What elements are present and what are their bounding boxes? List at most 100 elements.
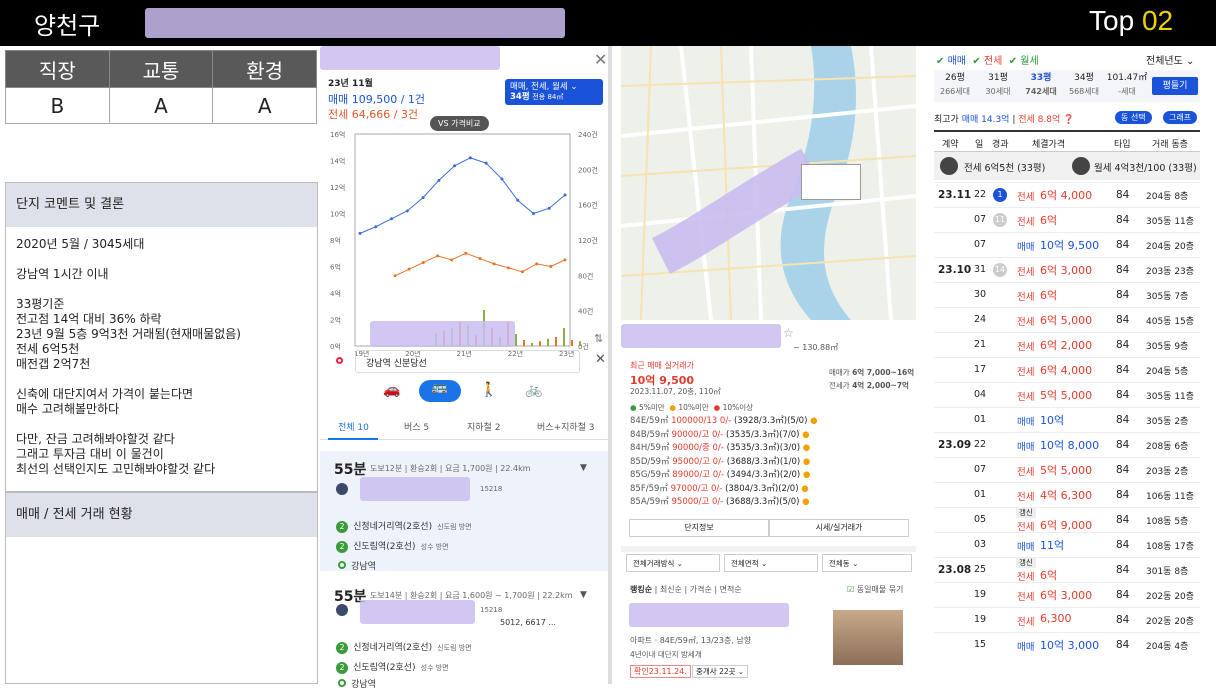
listing-row[interactable]: 84E/59㎡ 100000/13 0/- (3928/3.3㎡)(5/0) ● — [630, 415, 850, 429]
size-apply-button[interactable]: 평들기 — [1152, 77, 1198, 95]
tab-bus-subway[interactable]: 버스+지하철 3 — [537, 420, 595, 433]
y2-tick-label: 80건 — [578, 271, 593, 280]
area-select[interactable]: 전체면적 ⌄ — [724, 554, 818, 572]
stop: 강남역 — [351, 562, 376, 572]
table-row[interactable]: 15 매매 10억 3,000 84 204동 4층 — [934, 632, 1200, 657]
complex-info-button[interactable]: 단지정보 — [629, 519, 769, 537]
tab-all[interactable]: 전체 10 — [338, 420, 369, 433]
destination-field[interactable]: 강남역 신분당선 — [355, 350, 580, 373]
map-view[interactable] — [621, 46, 916, 320]
table-row[interactable]: 05 갱신 전세 6억 9,000 84 108동 5층 — [934, 507, 1200, 533]
bike-icon[interactable]: 🚲 — [525, 382, 542, 398]
redacted-complex — [621, 324, 781, 348]
area-range: ~ 130.88㎡ — [793, 343, 839, 352]
table-row[interactable]: 19 전세 6,300 84 202동 20층 — [934, 607, 1200, 632]
route-tabs: 전체 10 버스 5 지하철 2 버스+지하철 3 — [320, 420, 610, 440]
table-row[interactable]: 07 매매 10억 9,500 84 204동 20층 — [934, 232, 1200, 257]
route-option-1[interactable]: 55분 도보12분 | 환승2회 | 요금 1,700원 | 22.4km ▼ … — [320, 451, 610, 572]
comment-body: 2020년 5월 / 3045세대 강남역 1시간 이내 33평기준 전고점 1… — [16, 237, 241, 476]
year-select[interactable]: 전체년도 ⌄ — [1146, 52, 1194, 67]
star-icon[interactable]: ☆ — [783, 326, 794, 340]
table-row[interactable]: 07 전세 5억 5,000 84 203동 2층 — [934, 457, 1200, 482]
route-option-2[interactable]: 55분 도보14분 | 환승2회 | 요금 1,600원 ~ 1,700원 | … — [320, 578, 610, 690]
dong-select[interactable]: 전체동 ⌄ — [822, 554, 912, 572]
volume-bar — [563, 328, 565, 346]
expand-icon[interactable]: ▼ — [580, 590, 587, 600]
stop: 강남역 — [351, 680, 376, 690]
table-row[interactable]: 01 매매 10억 84 305동 2층 — [934, 407, 1200, 432]
listing-row[interactable]: 85G/59㎡ 89000/고 0/- (3494/3.3㎡)(2/0) ● — [630, 469, 850, 483]
rank-number: 02 — [1141, 5, 1174, 36]
series-line — [359, 157, 566, 234]
listing-row[interactable]: 85F/59㎡ 97000/고 0/- (3804/3.3㎡)(2/0) ● — [630, 483, 850, 497]
volume-bar — [579, 341, 581, 346]
listing-tags: 4년이내 대단지 방세개 — [630, 650, 702, 659]
grade-table: 직장 교통 환경 BAA — [5, 50, 317, 124]
price-history-button[interactable]: 시세/실거래가 — [769, 519, 909, 537]
tab-bus[interactable]: 버스 5 — [404, 420, 429, 433]
sort-options[interactable]: 랭킹순 | 최신순 | 가격순 | 면적순 — [630, 584, 742, 595]
table-row[interactable]: 23.09 22 매매 10억 8,000 84 208동 6층 — [934, 432, 1200, 457]
clear-icon[interactable]: ✕ — [595, 352, 606, 367]
size-tab[interactable]: 31평 30세대 — [977, 72, 1019, 98]
close-icon[interactable]: ✕ — [594, 50, 607, 69]
table-row[interactable]: 07 11 전세 6억 84 305동 11층 — [934, 207, 1200, 232]
grade-work: B — [5, 87, 110, 124]
size-tab[interactable]: 101.47㎡ -세대 — [1106, 72, 1148, 98]
trade-filters[interactable]: ✔ 매매 ✔ 전세 ✔ 월세 — [936, 52, 1039, 67]
stop: 신도림역(2호선) — [353, 542, 416, 552]
agent-count[interactable]: 중개사 22곳 ⌄ — [692, 665, 749, 678]
swap-icon[interactable]: ⇅ — [594, 332, 603, 345]
size-tab[interactable]: 26평 266세대 — [934, 72, 976, 98]
size-tab[interactable]: 34평 568세대 — [1063, 72, 1105, 98]
table-row[interactable]: 23.11 22 1 전세 6억 4,000 84 204동 8층 — [934, 182, 1200, 207]
walk-icon[interactable]: 🚶 — [480, 382, 497, 398]
y-tick-label: 6억 — [330, 264, 341, 272]
y-tick-label: 0억 — [330, 343, 341, 351]
table-row[interactable]: 30 전세 6억 84 305동 7층 — [934, 282, 1200, 307]
table-row[interactable]: 19 전세 6억 3,000 84 202동 20층 — [934, 582, 1200, 607]
transaction-panel: ✔ 매매 ✔ 전세 ✔ 월세 전체년도 ⌄ 26평 266세대 31평 30세대 33평… — [934, 46, 1216, 684]
volume-bar — [555, 337, 557, 346]
table-row[interactable]: 21 전세 6억 2,000 84 305동 9층 — [934, 332, 1200, 357]
table-row[interactable]: 23.10 31 14 전세 6억 3,000 84 203동 23층 — [934, 257, 1200, 282]
route-detail: 도보12분 | 환승2회 | 요금 1,700원 | 22.4km — [370, 464, 531, 473]
bus-icon — [336, 483, 348, 495]
y2-tick-label: 40건 — [578, 307, 593, 316]
tab-subway[interactable]: 지하철 2 — [467, 420, 500, 433]
trade-type-select[interactable]: 전체거래방식 ⌄ — [626, 554, 720, 572]
redacted-listing-title — [629, 603, 789, 627]
size-tab[interactable]: 33평 742세대 — [1020, 72, 1062, 98]
dong-select-button[interactable]: 동 선택 — [1115, 111, 1152, 124]
transit-icon[interactable]: 🚌 — [419, 380, 461, 402]
listing-row[interactable]: 84H/59㎡ 90000/중 0/- (3535/3.3㎡)(3/0) ● — [630, 442, 850, 456]
listing-row[interactable]: 85D/59㎡ 95000/고 0/- (3688/3.3㎡)(1/0) ● — [630, 456, 850, 470]
graph-button[interactable]: 그래프 — [1163, 111, 1198, 124]
table-row[interactable]: 17 전세 6억 4,000 84 204동 5층 — [934, 357, 1200, 382]
expand-icon[interactable]: ▼ — [580, 463, 587, 473]
volume-bar — [547, 338, 549, 346]
table-row[interactable]: 23.08 25 갱신 전세 6억 84 301동 8층 — [934, 557, 1200, 583]
same-listing-toggle[interactable]: ☑ 동일매물 묶기 — [847, 584, 903, 595]
jeonse-range: 전세가 4억 2,000~7억 — [829, 381, 909, 390]
listing-row[interactable]: 85A/59㎡ 95000/고 0/- (3688/3.3㎡)(5/0) ● — [630, 496, 850, 510]
y-tick-label: 10억 — [330, 211, 345, 219]
bus-icon — [336, 604, 348, 616]
volume-bar — [531, 343, 533, 346]
listing-rows: 84E/59㎡ 100000/13 0/- (3928/3.3㎡)(5/0) ●… — [630, 415, 850, 510]
y-tick-label: 16억 — [330, 131, 345, 139]
table-row[interactable]: 03 매매 11억 84 108동 17층 — [934, 532, 1200, 557]
listing-row[interactable]: 84B/59㎡ 90000/고 0/- (3535/3.3㎡)(7/0) ● — [630, 429, 850, 443]
avatar — [1072, 157, 1090, 175]
bus-numbers: 5012, 6617 ... — [500, 618, 556, 627]
redacted-title — [320, 46, 500, 70]
bus-code: 15218 — [480, 485, 503, 493]
map-canvas — [621, 46, 916, 320]
table-row[interactable]: 24 전세 6억 5,000 84 405동 15층 — [934, 307, 1200, 332]
filter-dropdown[interactable]: 매매, 전세, 월세 ⌄ 34평 전용 84㎡ — [505, 79, 603, 105]
table-row[interactable]: 01 전세 4억 6,300 84 106동 11층 — [934, 482, 1200, 507]
car-icon[interactable]: 🚗 — [383, 382, 400, 398]
table-row[interactable]: 04 전세 5억 5,000 84 305동 11층 — [934, 382, 1200, 407]
listing-photo[interactable] — [833, 610, 903, 665]
scrollbar[interactable] — [608, 46, 612, 684]
